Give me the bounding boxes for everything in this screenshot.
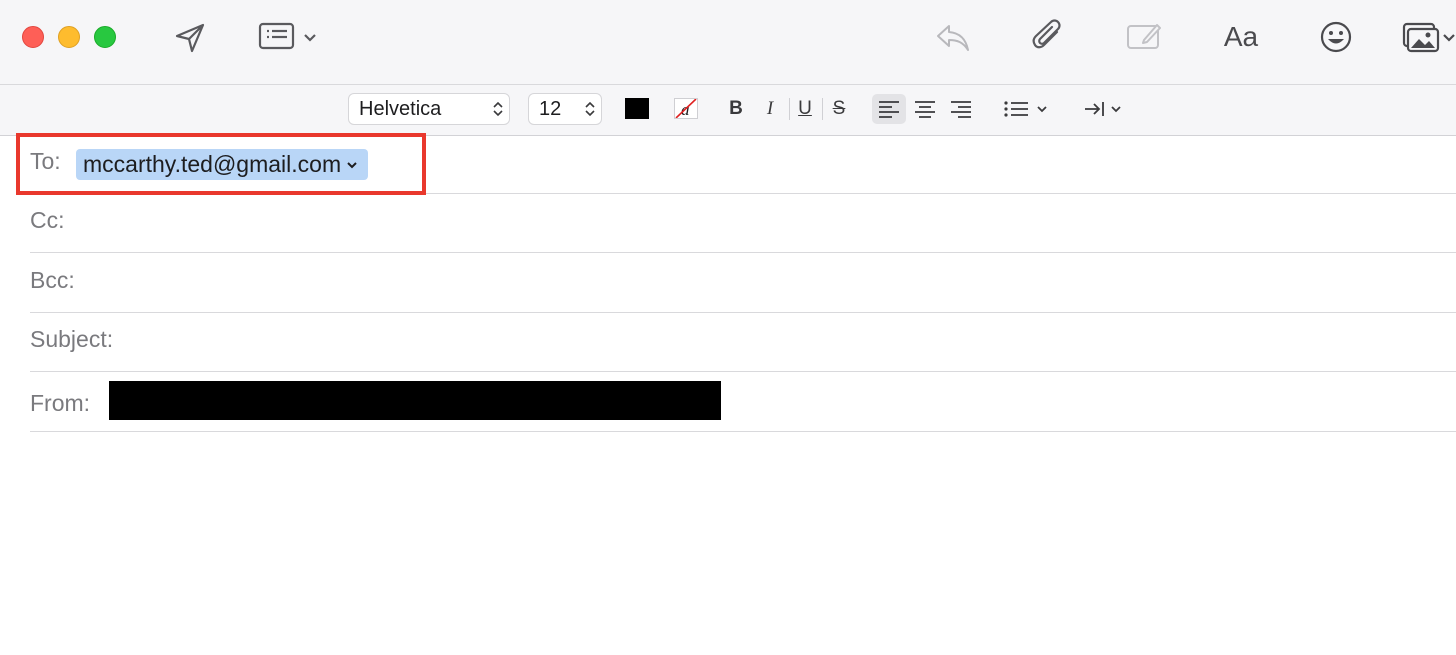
cc-field-row[interactable]: Cc: [30, 193, 1456, 253]
markup-button[interactable] [1124, 20, 1164, 54]
font-size-value: 12 [539, 97, 562, 120]
emoji-icon [1320, 21, 1352, 53]
bcc-field-row[interactable]: Bcc: [30, 253, 1456, 313]
header-fields-button[interactable] [258, 20, 322, 54]
format-icon: Aa [1223, 21, 1259, 52]
italic-button[interactable]: I [758, 94, 782, 124]
align-left-button[interactable] [872, 94, 906, 124]
zoom-window-button[interactable] [94, 26, 116, 48]
subject-label: Subject: [30, 326, 114, 352]
font-size-select[interactable]: 12 [528, 93, 602, 125]
bulleted-list-icon [1004, 101, 1047, 117]
no-background-color-icon: a [675, 99, 697, 118]
markup-icon [1127, 24, 1161, 49]
font-family-value: Helvetica [359, 97, 442, 120]
reply-button[interactable] [934, 20, 972, 56]
reply-icon [937, 25, 969, 51]
attachment-icon [1032, 19, 1061, 49]
updown-chevron-icon [487, 100, 509, 118]
align-right-icon [951, 101, 971, 118]
to-field-highlight [16, 133, 426, 195]
align-right-button[interactable] [944, 94, 978, 124]
message-body[interactable] [0, 432, 1456, 655]
cc-label: Cc: [30, 207, 65, 233]
bold-button[interactable]: B [724, 94, 748, 124]
photo-browser-icon [1402, 22, 1455, 53]
align-left-icon [879, 101, 899, 118]
bcc-label: Bcc: [30, 267, 75, 293]
format-button[interactable]: Aa [1216, 18, 1266, 56]
header-fields-icon [258, 22, 316, 50]
window-toolbar: Aa [0, 0, 1456, 85]
emoji-button[interactable] [1318, 19, 1354, 55]
subject-field-row[interactable]: Subject: [30, 312, 1456, 372]
updown-chevron-icon [579, 100, 601, 118]
indent-button[interactable] [1082, 94, 1126, 124]
from-account-redacted [109, 381, 721, 420]
attach-button[interactable] [1030, 18, 1066, 56]
font-family-select[interactable]: Helvetica [348, 93, 510, 125]
background-color-swatch[interactable]: a [674, 98, 698, 119]
send-button[interactable] [172, 20, 208, 56]
minimize-window-button[interactable] [58, 26, 80, 48]
from-label: From: [30, 390, 91, 416]
underline-button[interactable]: U [793, 94, 817, 124]
list-style-button[interactable] [1002, 94, 1050, 124]
send-icon [175, 23, 205, 53]
format-divider [789, 98, 790, 120]
align-center-icon [915, 101, 935, 118]
indent-icon [1085, 102, 1121, 116]
close-window-button[interactable] [22, 26, 44, 48]
align-center-button[interactable] [908, 94, 942, 124]
format-divider [822, 98, 823, 120]
text-color-swatch[interactable] [625, 98, 649, 119]
photo-browser-button[interactable] [1400, 20, 1456, 54]
strikethrough-button[interactable]: S [827, 94, 851, 124]
